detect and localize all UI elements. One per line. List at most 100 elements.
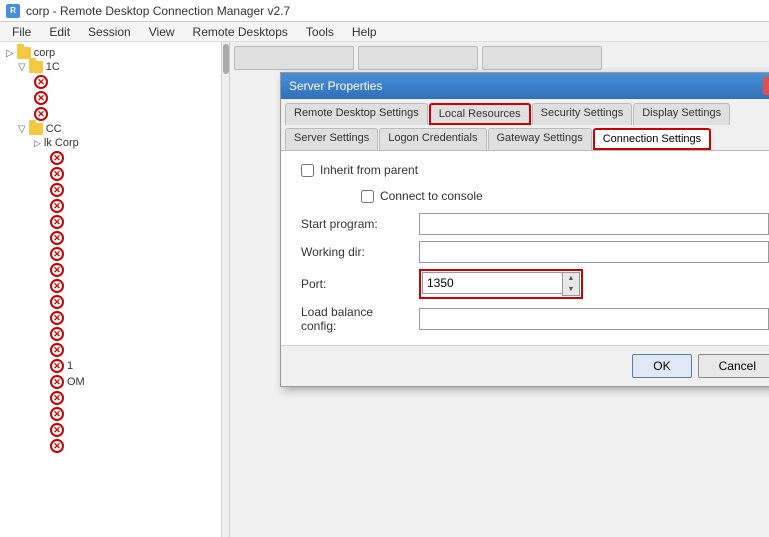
error-icon: ✕ [34, 91, 48, 105]
list-item[interactable]: ✕ [2, 422, 218, 438]
list-item[interactable]: ✕ [2, 326, 218, 342]
list-item[interactable]: ✕ [2, 278, 218, 294]
menu-view[interactable]: View [141, 23, 183, 41]
menu-remote-desktops[interactable]: Remote Desktops [185, 23, 296, 41]
working-dir-label: Working dir: [301, 245, 411, 259]
port-input[interactable]: 1350 [422, 272, 562, 294]
list-item[interactable]: ✕OM [2, 374, 218, 390]
dialog-title-bar: Server Properties ✕ [281, 73, 769, 99]
list-item[interactable]: ✕ [2, 390, 218, 406]
port-spinner: ▲ ▼ [562, 272, 580, 296]
scrollbar-thumb[interactable] [223, 44, 229, 74]
list-item[interactable]: ✕1 [2, 358, 218, 374]
ok-button[interactable]: OK [632, 354, 691, 378]
tree-item-1c[interactable]: ▽ 1C [2, 60, 218, 74]
tab-strip: Remote Desktop Settings Local Resources … [281, 99, 769, 151]
port-spin-up[interactable]: ▲ [563, 273, 579, 284]
error-icon: ✕ [50, 167, 64, 181]
app-icon: R [6, 4, 20, 18]
connect-console-row: Connect to console [361, 189, 769, 203]
error-icon: ✕ [34, 107, 48, 121]
tab-connection-settings[interactable]: Connection Settings [593, 128, 711, 150]
load-balance-input[interactable] [419, 308, 769, 330]
dialog-close-button[interactable]: ✕ [763, 77, 769, 95]
bg-btn-2 [358, 46, 478, 70]
menu-tools[interactable]: Tools [298, 23, 342, 41]
title-bar: R corp - Remote Desktop Connection Manag… [0, 0, 769, 22]
working-dir-input[interactable] [419, 241, 769, 263]
error-icon: ✕ [50, 231, 64, 245]
error-icon: ✕ [50, 151, 64, 165]
list-item[interactable]: ✕ [2, 198, 218, 214]
dialog-body: Inherit from parent Connect to console S… [281, 151, 769, 345]
list-item[interactable]: ✕ [2, 214, 218, 230]
list-item[interactable]: ✕ [2, 310, 218, 326]
tab-gateway-settings[interactable]: Gateway Settings [488, 128, 592, 150]
list-item[interactable]: ✕ [2, 230, 218, 246]
error-icon: ✕ [50, 375, 64, 389]
server-properties-dialog: Server Properties ✕ Remote Desktop Setti… [280, 72, 769, 387]
port-spinner-wrapper: 1350 ▲ ▼ [419, 269, 583, 299]
list-item[interactable]: ✕ [2, 342, 218, 358]
sidebar-scrollbar[interactable] [221, 42, 229, 537]
tab-server-settings[interactable]: Server Settings [285, 128, 378, 150]
error-icon: ✕ [50, 439, 64, 453]
menu-edit[interactable]: Edit [41, 23, 78, 41]
form-fields: Start program: Working dir: Port: 1350 ▲… [301, 213, 769, 333]
inherit-row: Inherit from parent [301, 163, 769, 177]
list-item[interactable]: ✕ [2, 182, 218, 198]
tab-remote-desktop-settings[interactable]: Remote Desktop Settings [285, 103, 428, 125]
list-item[interactable]: ✕ [2, 90, 218, 106]
error-icon: ✕ [50, 423, 64, 437]
error-icon: ✕ [50, 311, 64, 325]
inherit-checkbox[interactable] [301, 164, 314, 177]
tree-item-cc[interactable]: ▽ CC [2, 122, 218, 136]
tab-logon-credentials[interactable]: Logon Credentials [379, 128, 486, 150]
list-item[interactable]: ✕ [2, 246, 218, 262]
menu-bar: File Edit Session View Remote Desktops T… [0, 22, 769, 42]
port-field-wrapper: 1350 ▲ ▼ [419, 269, 769, 299]
tree-item-lkcorp[interactable]: ▷ lk Corp [2, 136, 218, 150]
bg-btn-3 [482, 46, 602, 70]
list-item[interactable]: ✕ [2, 406, 218, 422]
error-icon: ✕ [50, 199, 64, 213]
dialog-title: Server Properties [289, 79, 382, 93]
cancel-button[interactable]: Cancel [698, 354, 769, 378]
right-area: Server Properties ✕ Remote Desktop Setti… [230, 42, 769, 537]
port-spin-down[interactable]: ▼ [563, 284, 579, 295]
error-icon: ✕ [50, 359, 64, 373]
error-icon: ✕ [50, 279, 64, 293]
error-icon: ✕ [50, 343, 64, 357]
bg-btn-1 [234, 46, 354, 70]
list-item[interactable]: ✕ [2, 166, 218, 182]
menu-session[interactable]: Session [80, 23, 139, 41]
tab-local-resources[interactable]: Local Resources [429, 103, 531, 125]
port-label: Port: [301, 277, 411, 291]
connect-console-checkbox[interactable] [361, 190, 374, 203]
inherit-label: Inherit from parent [320, 163, 418, 177]
list-item[interactable]: ✕ [2, 150, 218, 166]
list-item[interactable]: ✕ [2, 438, 218, 454]
connect-console-label: Connect to console [380, 189, 483, 203]
window-title: corp - Remote Desktop Connection Manager… [26, 4, 290, 18]
menu-help[interactable]: Help [344, 23, 385, 41]
start-program-label: Start program: [301, 217, 411, 231]
list-item[interactable]: ✕ [2, 74, 218, 90]
tab-security-settings[interactable]: Security Settings [532, 103, 633, 125]
error-icon: ✕ [50, 407, 64, 421]
error-icon: ✕ [50, 263, 64, 277]
tab-display-settings[interactable]: Display Settings [633, 103, 730, 125]
error-icon: ✕ [50, 327, 64, 341]
bg-toolbar [230, 42, 769, 74]
sidebar: ▷ corp ▽ 1C ✕ ✕ ✕ ▽ [0, 42, 230, 537]
list-item[interactable]: ✕ [2, 262, 218, 278]
menu-file[interactable]: File [4, 23, 39, 41]
tree-view: ▷ corp ▽ 1C ✕ ✕ ✕ ▽ [0, 42, 220, 458]
error-icon: ✕ [50, 391, 64, 405]
list-item[interactable]: ✕ [2, 294, 218, 310]
start-program-input[interactable] [419, 213, 769, 235]
error-icon: ✕ [50, 183, 64, 197]
load-balance-label: Load balance config: [301, 305, 411, 333]
folder-icon-1c [29, 61, 43, 73]
error-icon: ✕ [50, 247, 64, 261]
